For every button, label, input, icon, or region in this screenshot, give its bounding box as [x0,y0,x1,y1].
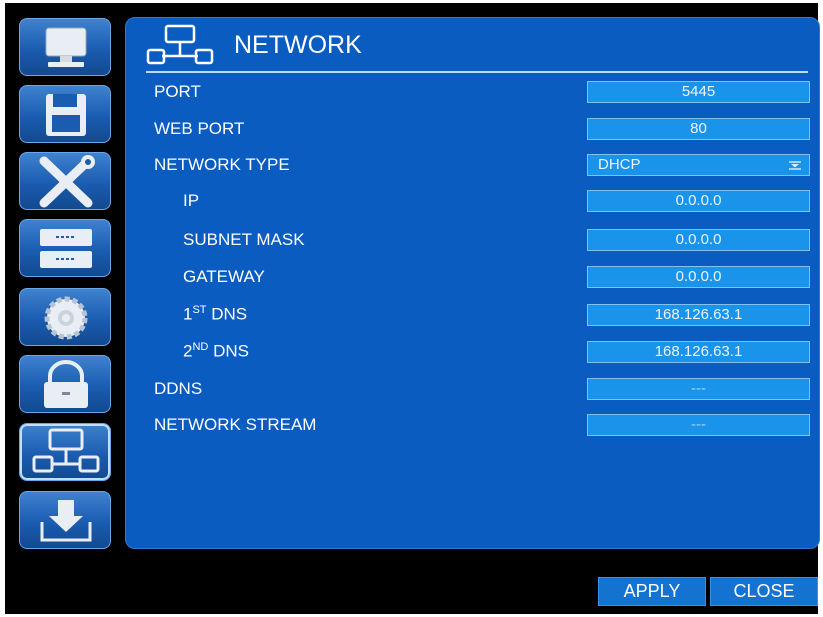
dvr-screen: NETWORK PORT 5445 WEB PORT 80 NETWORK TY… [5,3,820,614]
network-icon [32,428,100,473]
gear-icon [44,296,88,340]
gateway-field[interactable]: 0.0.0.0 [587,266,810,288]
network-settings-panel: NETWORK PORT 5445 WEB PORT 80 NETWORK TY… [125,17,820,549]
download-icon [40,500,92,542]
sidebar-item-record[interactable] [19,85,111,143]
network-type-label: NETWORK TYPE [154,155,290,174]
ip-label: IP [183,191,200,210]
dns2-label: 2ND DNS [183,341,249,362]
monitor-icon [45,27,87,67]
sidebar-item-tools[interactable] [19,152,111,210]
title-divider [146,71,808,73]
apply-button[interactable]: APPLY [598,577,706,606]
dns1-field[interactable]: 168.126.63.1 [587,304,810,326]
dns2-label-suffix: ND [192,341,209,353]
floppy-disk-icon [46,94,86,136]
network-icon [146,24,214,65]
gateway-label: GATEWAY [183,267,265,286]
close-button[interactable]: CLOSE [710,577,818,606]
network-stream-field[interactable]: --- [587,414,810,436]
sidebar-item-network[interactable] [19,423,111,481]
dropdown-arrow-icon [789,161,801,170]
hard-drive-icon [40,229,92,268]
subnet-mask-label: SUBNET MASK [183,230,305,249]
network-type-select[interactable]: DHCP [587,154,810,176]
dns2-field[interactable]: 168.126.63.1 [587,341,810,363]
dns1-label-text: DNS [206,304,248,324]
network-type-value: DHCP [598,156,641,173]
subnet-mask-field[interactable]: 0.0.0.0 [587,229,810,251]
dns1-label: 1ST DNS [183,304,247,325]
network-stream-label: NETWORK STREAM [154,415,317,434]
sidebar-item-display[interactable] [19,18,111,76]
web-port-field[interactable]: 80 [587,118,810,140]
sidebar-item-backup[interactable] [19,491,111,549]
tools-icon [39,155,95,208]
sidebar-item-security[interactable] [19,355,111,413]
sidebar-item-storage[interactable] [19,219,111,277]
ddns-field[interactable]: --- [587,378,810,400]
port-field[interactable]: 5445 [587,81,810,103]
port-label: PORT [154,82,201,101]
web-port-label: WEB PORT [154,119,245,138]
sidebar-item-system[interactable] [19,288,111,346]
ip-field[interactable]: 0.0.0.0 [587,190,810,212]
page-title: NETWORK [234,31,362,59]
lock-icon [44,360,88,408]
ddns-label: DDNS [154,379,203,398]
dns2-label-text: DNS [208,341,249,361]
dns1-label-suffix: ST [192,304,207,316]
